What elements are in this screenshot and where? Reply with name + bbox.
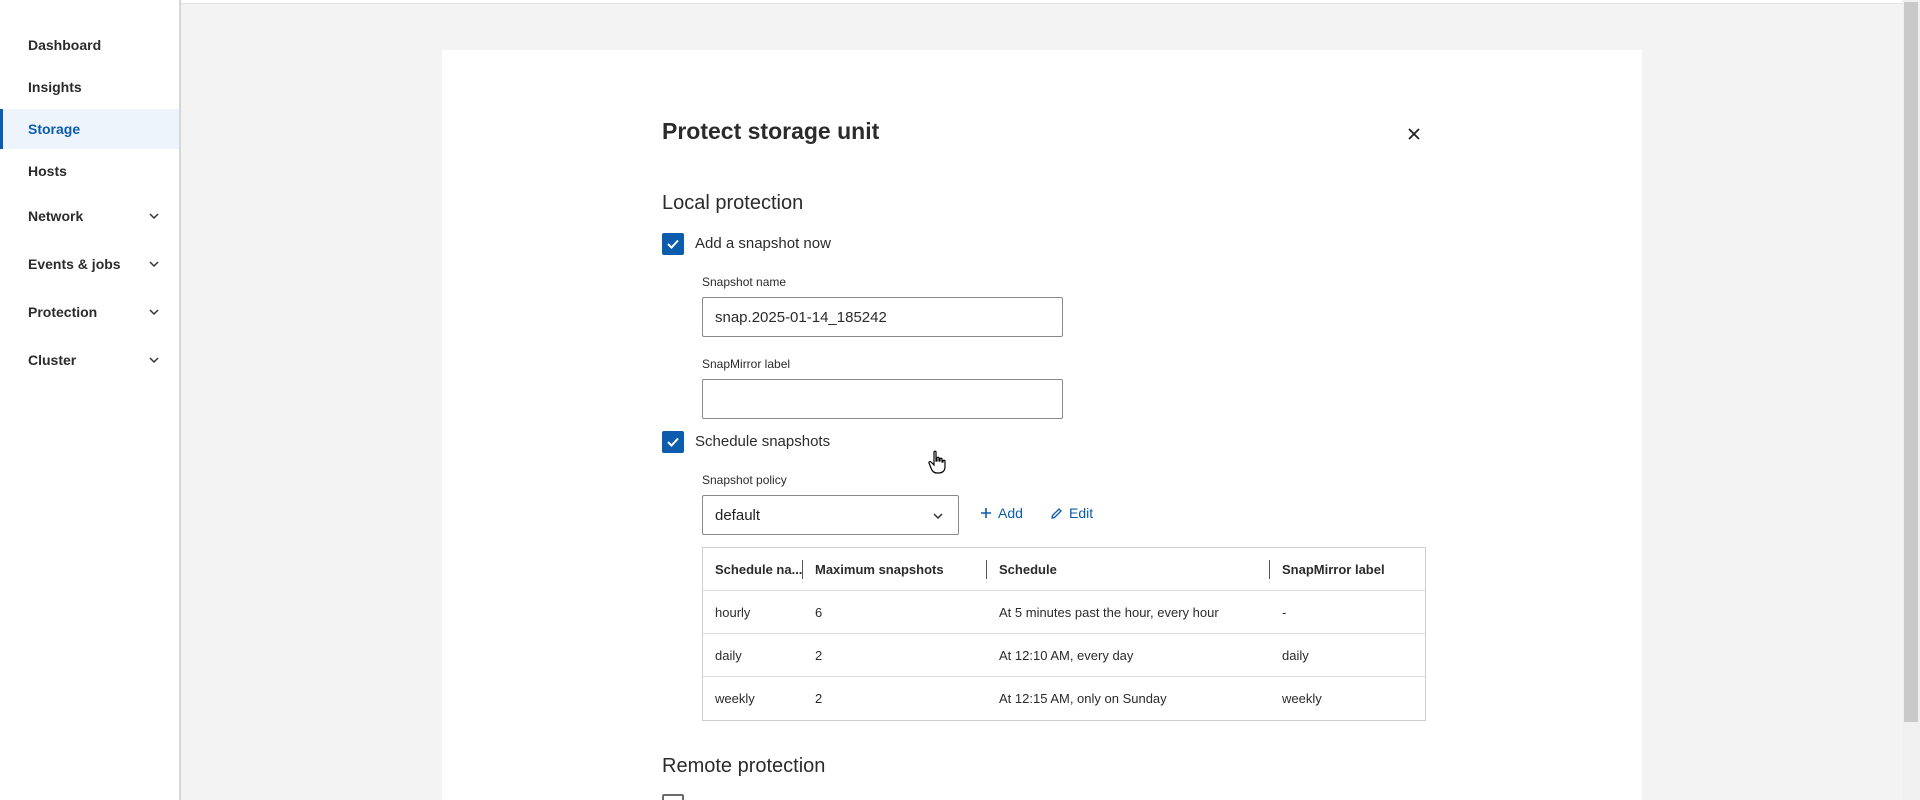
- sidebar-item-label: Events & jobs: [28, 256, 121, 272]
- chevron-down-icon: [147, 257, 161, 271]
- chevron-down-icon: [932, 509, 944, 526]
- column-header-schedule-name[interactable]: Schedule na...: [703, 548, 803, 590]
- dialog-title: Protect storage unit: [662, 118, 880, 144]
- table-cell: hourly: [715, 604, 751, 620]
- close-button[interactable]: [1402, 122, 1426, 146]
- top-bar: [0, 0, 1920, 4]
- chevron-down-icon: [147, 209, 161, 223]
- sidebar-item-insights[interactable]: Insights: [0, 67, 179, 107]
- add-snapshot-label: Add a snapshot now: [695, 235, 831, 252]
- column-header-snapmirror-label[interactable]: SnapMirror label: [1270, 548, 1425, 590]
- add-policy-button[interactable]: Add: [980, 505, 1023, 521]
- sidebar-item-storage[interactable]: Storage: [0, 109, 179, 149]
- sidebar-item-network[interactable]: Network: [0, 196, 179, 236]
- remote-protection-heading: Remote protection: [662, 755, 826, 777]
- snapshot-policy-label: Snapshot policy: [702, 473, 787, 487]
- table-cell: weekly: [715, 691, 755, 706]
- sidebar-item-label: Protection: [28, 304, 98, 320]
- schedule-snapshots-checkbox[interactable]: [662, 431, 684, 453]
- table-cell: weekly: [1282, 691, 1322, 706]
- table-cell: 6: [815, 604, 823, 620]
- sidebar-item-dashboard[interactable]: Dashboard: [0, 25, 179, 65]
- sidebar-item-label: Storage: [28, 121, 81, 137]
- snapmirror-label-input[interactable]: [702, 379, 1063, 419]
- page-scrollbar[interactable]: [1902, 0, 1920, 800]
- table-cell: At 12:15 AM, only on Sunday: [999, 691, 1167, 706]
- table-row[interactable]: hourly 6 At 5 minutes past the hour, eve…: [703, 591, 1425, 634]
- sidebar-item-label: Hosts: [28, 163, 67, 179]
- chevron-down-icon: [147, 305, 161, 319]
- edit-policy-button[interactable]: Edit: [1050, 505, 1093, 521]
- table-cell: daily: [1282, 647, 1309, 663]
- table-cell: 2: [815, 691, 823, 706]
- add-policy-label: Add: [998, 505, 1023, 521]
- schedule-snapshots-label: Schedule snapshots: [695, 433, 831, 450]
- local-protection-heading: Local protection: [662, 192, 804, 214]
- sidebar-item-events-jobs[interactable]: Events & jobs: [0, 244, 179, 284]
- chevron-down-icon: [147, 353, 161, 367]
- table-cell: At 12:10 AM, every day: [999, 647, 1134, 663]
- pencil-icon: [1051, 507, 1062, 519]
- table-cell: -: [1282, 604, 1287, 620]
- schedule-table: Schedule na... Maximum snapshots Schedul…: [702, 547, 1426, 721]
- protect-dialog: Protect storage unit Local protection Ad…: [442, 50, 1642, 800]
- plus-icon: [981, 508, 991, 518]
- sidebar-item-cluster[interactable]: Cluster: [0, 340, 179, 380]
- sidebar-item-label: Insights: [28, 79, 82, 95]
- column-header-maximum-snapshots[interactable]: Maximum snapshots: [803, 548, 987, 590]
- sidebar-item-label: Cluster: [28, 352, 77, 368]
- close-icon: [1408, 128, 1420, 140]
- sidebar-item-protection[interactable]: Protection: [0, 292, 179, 332]
- snapshot-policy-select[interactable]: default: [702, 495, 959, 535]
- hand-cursor-icon: [928, 450, 950, 476]
- table-row[interactable]: daily 2 At 12:10 AM, every day daily: [703, 634, 1425, 677]
- edit-policy-label: Edit: [1069, 505, 1094, 521]
- sidebar-nav: Dashboard Insights Storage Hosts Network…: [0, 0, 181, 800]
- table-row[interactable]: weekly 2 At 12:15 AM, only on Sunday wee…: [703, 677, 1425, 720]
- table-cell: 2: [815, 647, 823, 663]
- snapshot-name-input[interactable]: [702, 297, 1063, 337]
- sidebar-item-hosts[interactable]: Hosts: [0, 151, 179, 191]
- checkmark-icon: [667, 437, 679, 447]
- add-snapshot-checkbox[interactable]: [662, 233, 684, 255]
- column-header-schedule[interactable]: Schedule: [987, 548, 1270, 590]
- snapshot-policy-value: default: [715, 506, 761, 524]
- snapshot-name-label: Snapshot name: [702, 275, 787, 289]
- remote-protection-checkbox[interactable]: [662, 794, 684, 800]
- sidebar-item-label: Dashboard: [28, 37, 102, 53]
- table-header-row: Schedule na... Maximum snapshots Schedul…: [703, 548, 1425, 591]
- scrollbar-thumb[interactable]: [1904, 2, 1918, 722]
- snapmirror-label-label: SnapMirror label: [702, 357, 791, 371]
- table-cell: At 5 minutes past the hour, every hour: [999, 604, 1219, 620]
- table-cell: daily: [715, 647, 742, 663]
- sidebar-item-label: Network: [28, 208, 84, 224]
- checkmark-icon: [667, 239, 679, 249]
